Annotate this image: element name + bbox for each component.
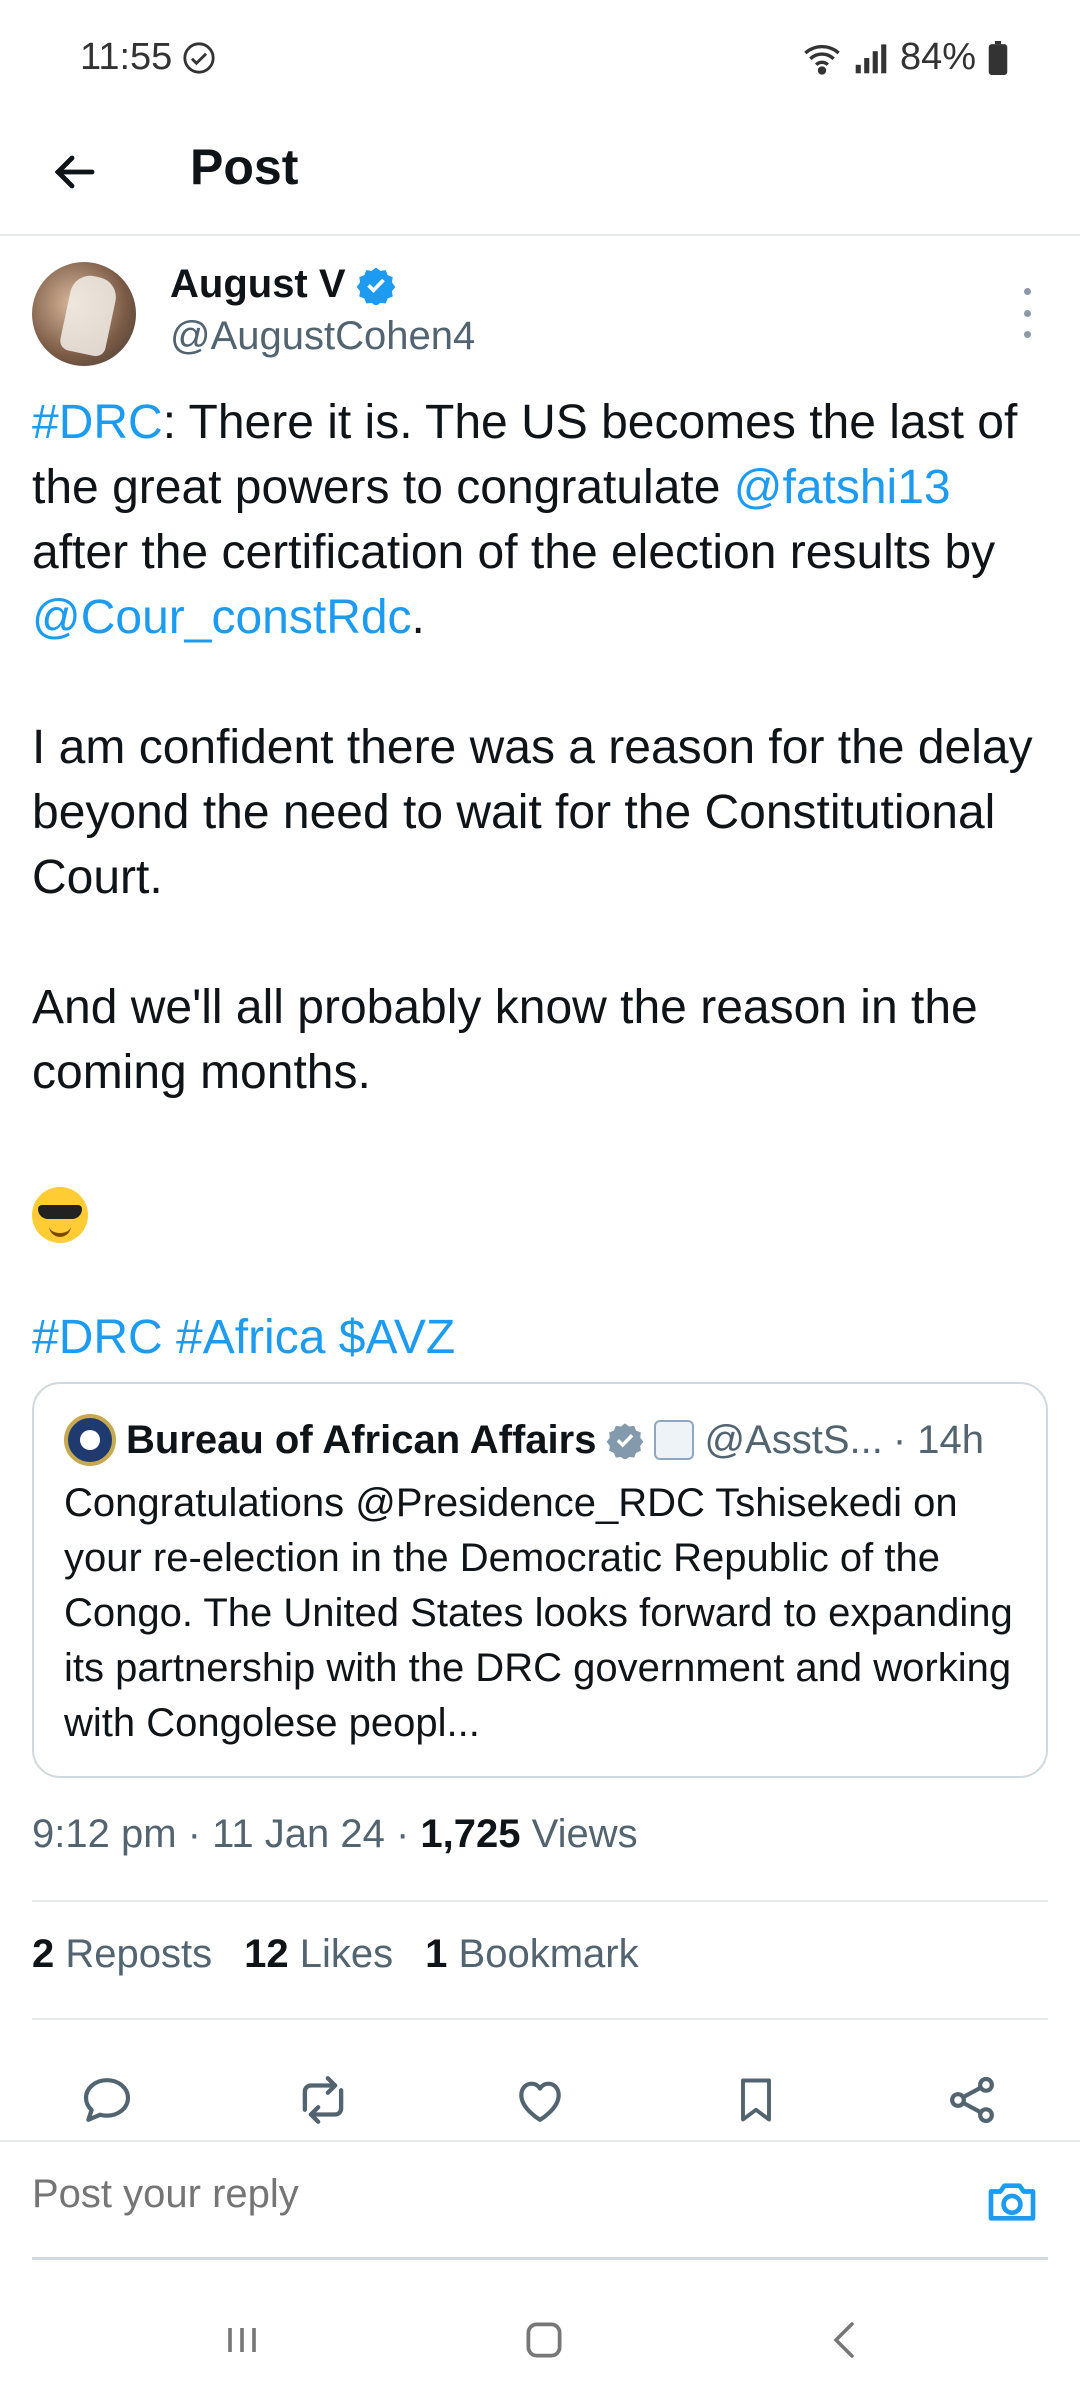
page-title: Post — [190, 139, 299, 195]
recent-apps-icon — [228, 2328, 256, 2352]
chevron-left-icon — [833, 2322, 854, 2358]
verified-icon — [356, 267, 395, 305]
likes-label: Likes — [299, 1932, 394, 1976]
quote-author-name: Bureau of African Affairs — [126, 1417, 597, 1462]
camera-icon — [988, 2183, 1036, 2221]
likes-count: 12 — [244, 1932, 289, 1976]
post-hashtags[interactable]: #DRC #Africa $AVZ — [32, 1305, 1042, 1370]
quote-timestamp: · 14h — [892, 1417, 985, 1462]
quoted-post-header: Bureau of African Affairs @AsstS... · 14… — [64, 1414, 984, 1466]
quoted-post[interactable]: Bureau of African Affairs @AsstS... · 14… — [32, 1382, 1048, 1778]
text-segment: after the certification of the election … — [32, 526, 996, 579]
avatar[interactable] — [32, 262, 136, 366]
post-paragraph-1: #DRC: There it is. The US becomes the la… — [32, 390, 1042, 650]
more-options-button[interactable] — [1012, 288, 1042, 338]
camera-button[interactable] — [982, 2172, 1042, 2232]
battery-percent: 84% — [899, 36, 976, 78]
reposts-count: 2 — [32, 1932, 55, 1976]
post-author: August V @AugustCohen4 — [32, 262, 1042, 372]
signal-icon — [855, 43, 887, 73]
bookmark-icon — [741, 2078, 771, 2122]
system-navigation-bar — [0, 2270, 1080, 2400]
home-icon — [526, 2322, 562, 2358]
reply-composer — [0, 2140, 1080, 2262]
likes-stat[interactable]: 12 Likes — [244, 1932, 393, 1977]
quote-author-handle: @AsstS... — [704, 1417, 883, 1462]
home-button[interactable] — [514, 2310, 574, 2370]
hashtag-link[interactable]: #DRC — [32, 396, 163, 449]
check-circle-icon — [183, 41, 215, 74]
bookmarks-stat[interactable]: 1 Bookmark — [425, 1932, 638, 1977]
author-handle[interactable]: @AugustCohen4 — [170, 314, 475, 359]
bookmarks-label: Bookmark — [458, 1932, 639, 1976]
text-segment: . — [411, 591, 425, 644]
engagement-stats: 2 Reposts 12 Likes 1 Bookmark — [32, 1932, 639, 1977]
back-arrow-icon — [54, 155, 95, 189]
repost-button[interactable] — [291, 2068, 355, 2132]
wifi-icon — [804, 44, 840, 75]
share-icon — [950, 2076, 994, 2124]
system-back-button[interactable] — [816, 2310, 876, 2370]
status-time: 11:55 — [80, 36, 216, 79]
post-text: #DRC: There it is. The US becomes the la… — [32, 390, 1042, 1370]
reposts-label: Reposts — [65, 1932, 213, 1976]
post-paragraph-3: And we'll all probably know the reason i… — [32, 981, 978, 1099]
recent-apps-button[interactable] — [212, 2310, 272, 2370]
repost-icon — [302, 2076, 344, 2124]
author-name[interactable]: August V — [170, 262, 346, 307]
divider — [32, 2018, 1048, 2020]
emoji-line — [32, 1170, 1042, 1260]
mention-link[interactable]: @Cour_constRdc — [32, 591, 412, 644]
post-time: 9:12 pm — [32, 1812, 177, 1856]
author-name-row[interactable]: August V — [170, 262, 396, 307]
more-vertical-icon — [1023, 288, 1031, 295]
views-label[interactable]: Views — [532, 1812, 638, 1856]
quote-avatar — [64, 1414, 116, 1466]
more-dot — [1023, 309, 1031, 317]
bookmarks-count: 1 — [425, 1932, 448, 1976]
reply-icon — [83, 2078, 131, 2122]
divider — [32, 1900, 1048, 1902]
verified-gray-icon — [607, 1423, 644, 1459]
share-button[interactable] — [940, 2068, 1004, 2132]
mention-link[interactable]: @fatshi13 — [734, 461, 951, 514]
back-button[interactable] — [42, 140, 106, 204]
meta-separator: · — [395, 1812, 410, 1856]
quote-text: Congratulations @Presidence_RDC Tshiseke… — [64, 1481, 1013, 1745]
more-dot — [1023, 331, 1031, 338]
top-app-bar: Post — [0, 118, 1080, 236]
status-indicators: 84% — [802, 36, 1008, 79]
clock-text: 11:55 — [80, 36, 173, 78]
status-bar: 11:55 84% — [0, 0, 1080, 118]
sunglasses-emoji-icon — [32, 1187, 88, 1244]
bookmark-button[interactable] — [724, 2068, 788, 2132]
battery-icon — [988, 40, 1008, 75]
like-icon — [519, 2081, 561, 2122]
reply-input[interactable] — [32, 2172, 932, 2217]
reply-button[interactable] — [75, 2068, 139, 2132]
government-badge-icon — [654, 1420, 695, 1460]
post-date: 11 Jan 24 — [212, 1812, 385, 1856]
post-meta: 9:12 pm · 11 Jan 24 · 1,725 Views — [32, 1812, 638, 1857]
views-count[interactable]: 1,725 — [420, 1812, 520, 1856]
post-paragraph-2: I am confident there was a reason for th… — [32, 721, 1033, 904]
like-button[interactable] — [508, 2068, 572, 2132]
reposts-stat[interactable]: 2 Reposts — [32, 1932, 212, 1977]
meta-separator: · — [187, 1812, 201, 1856]
reply-underline — [32, 2257, 1048, 2260]
